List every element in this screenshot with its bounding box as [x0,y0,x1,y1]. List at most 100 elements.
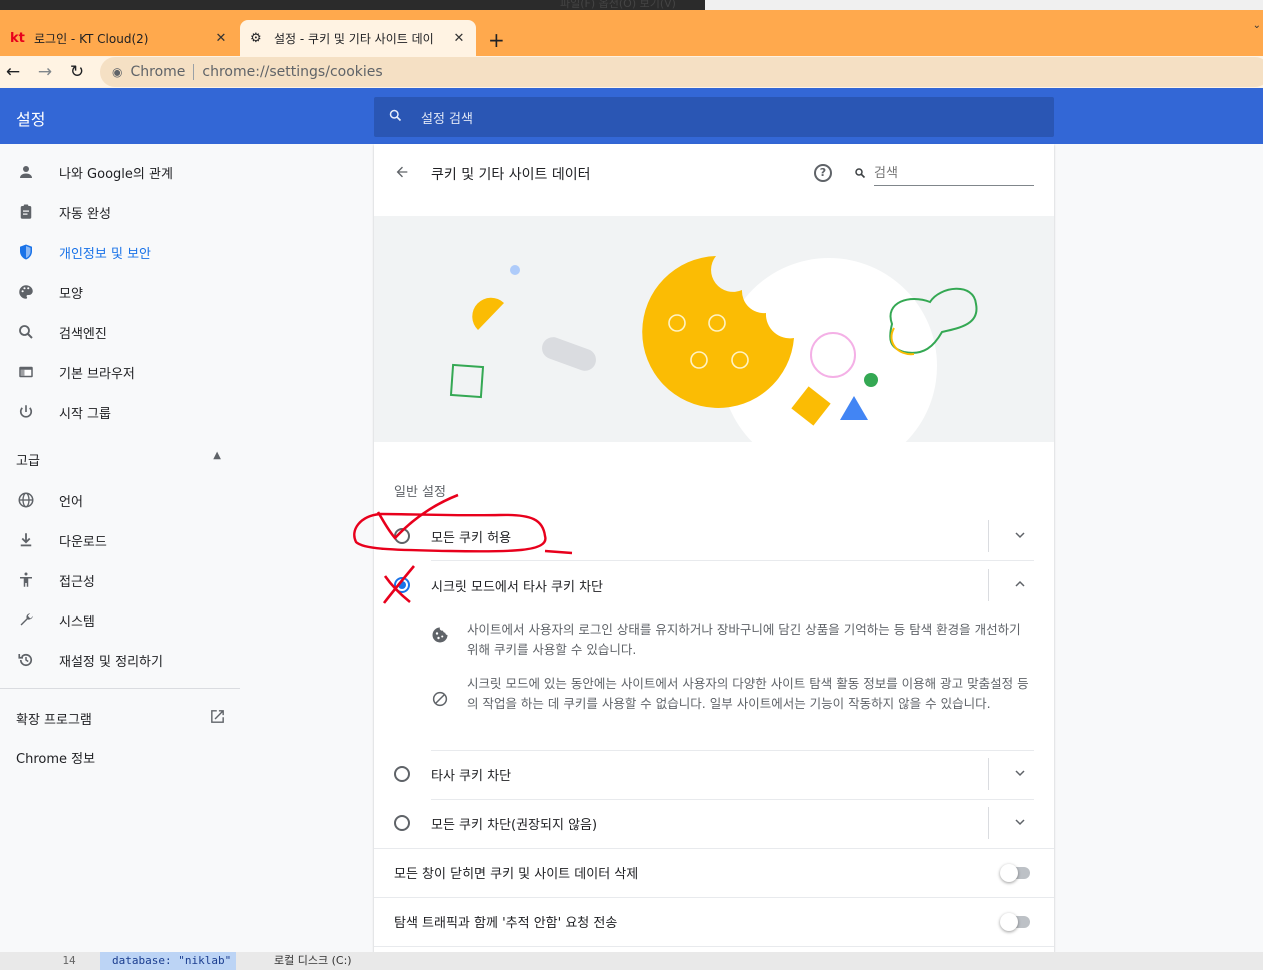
description-text: 시크릿 모드에 있는 동안에는 사이트에서 사용자의 다양한 사이트 탐색 활동… [466,676,1029,711]
toggle-row-clear-on-exit[interactable]: 모든 창이 닫히면 쿠키 및 사이트 데이터 삭제 [374,848,1054,896]
toggle-label: 모든 창이 닫히면 쿠키 및 사이트 데이터 삭제 [394,866,639,882]
new-tab-button[interactable]: + [488,28,505,52]
description-cookies-purpose: 사이트에서 사용자의 로그인 상태를 유지하거나 장바구니에 담긴 상품을 기억… [431,620,1031,660]
option-block-all-cookies[interactable]: 모든 쿠키 차단(권장되지 않음) [374,799,1054,847]
globe-icon [16,490,36,510]
browser-toolbar: ← → ↻ ◉ Chrome chrome://settings/cookies [0,56,1263,88]
block-icon [431,690,451,714]
sidebar-divider [0,688,240,689]
tab-settings-cookies[interactable]: ⚙ 설정 - 쿠키 및 기타 사이트 데이 ✕ [240,20,476,56]
chevron-down-icon[interactable] [1014,767,1026,782]
sidebar-item-you-and-google[interactable]: 나와 Google의 관계 [0,152,240,192]
option-allow-all-cookies[interactable]: 모든 쿠키 허용 [374,512,1054,560]
radio-block-third-party-incognito[interactable] [394,577,410,593]
cookies-settings-card: 쿠키 및 기타 사이트 데이터 ? 일반 [374,144,1054,952]
tab-kt-cloud-login[interactable]: kt 로그인 - KT Cloud(2) ✕ [0,20,238,56]
power-icon [16,402,36,422]
address-bar[interactable]: ◉ Chrome chrome://settings/cookies [100,57,1263,87]
sidebar-item-label: 모양 [59,286,83,302]
tab-title: 로그인 - KT Cloud(2) [34,31,149,46]
person-icon [16,162,36,182]
site-search-input[interactable] [874,162,1034,186]
background-editor-strip: 14 database: "niklab" 로컬 디스크 (C:) [0,952,1263,970]
browser-icon [16,362,36,382]
radio-block-third-party[interactable] [394,766,410,782]
radio-allow-all-cookies[interactable] [394,528,410,544]
line-number: 14 [62,954,76,967]
site-info-icon[interactable]: ◉ [112,65,122,79]
sidebar-item-search-engine[interactable]: 검색엔진 [0,312,240,352]
sidebar-item-on-startup[interactable]: 시작 그룹 [0,392,240,432]
chevron-down-icon[interactable] [1014,816,1026,831]
wrench-icon [16,610,36,630]
chevron-up-icon[interactable] [1014,578,1026,593]
palette-icon [16,282,36,302]
description-incognito-block: 시크릿 모드에 있는 동안에는 사이트에서 사용자의 다양한 사이트 탐색 활동… [431,674,1031,714]
settings-header: 설정 설정 검색 [0,88,1263,144]
option-label: 모든 쿠키 차단(권장되지 않음) [431,817,598,833]
site-search [854,162,1034,186]
radio-block-all-cookies[interactable] [394,815,410,831]
advanced-label: 고급 [16,454,40,469]
clipboard-icon [16,202,36,222]
sidebar-item-appearance[interactable]: 모양 [0,272,240,312]
desktop-menu-text: 파일(F) 옵션(O) 보기(V) [560,0,676,10]
sidebar-item-about-chrome[interactable]: Chrome 정보 [16,748,95,767]
tab-bar: kt 로그인 - KT Cloud(2) ✕ ⚙ 설정 - 쿠키 및 기타 사이… [0,10,1263,56]
help-icon[interactable]: ? [814,164,832,182]
sidebar-item-label: 재설정 및 정리하기 [59,654,163,670]
shield-icon [16,242,36,262]
desktop-window-fragment [705,0,1263,10]
extensions-label: 확장 프로그램 [16,713,92,728]
toggle-label: 탐색 트래픽과 함께 '추적 안함' 요청 전송 [394,915,618,931]
sidebar-item-extensions[interactable]: 확장 프로그램 [16,708,226,729]
sidebar-item-downloads[interactable]: 다운로드 [0,520,240,560]
row-divider [374,946,1054,947]
history-icon [16,650,36,670]
option-block-third-party-incognito[interactable]: 시크릿 모드에서 타사 쿠키 차단 [374,561,1054,609]
chevron-down-icon[interactable] [1014,529,1026,544]
option-block-third-party[interactable]: 타사 쿠키 차단 [374,750,1054,798]
settings-title: 설정 [16,110,46,129]
clear-cookies-on-exit-toggle[interactable] [1000,864,1030,882]
close-tab-icon[interactable]: ✕ [452,31,466,46]
row-separator [988,758,989,790]
back-arrow-icon[interactable]: ← [1,60,25,84]
settings-search-input[interactable]: 설정 검색 [374,97,1054,137]
reload-icon[interactable]: ↻ [65,60,89,84]
toggle-row-do-not-track[interactable]: 탐색 트래픽과 함께 '추적 안함' 요청 전송 [374,897,1054,945]
accessibility-icon [16,570,36,590]
sidebar-item-reset-cleanup[interactable]: 재설정 및 정리하기 [0,640,240,680]
sidebar-advanced-toggle[interactable]: 고급 ▲ [16,450,221,469]
do-not-track-toggle[interactable] [1000,913,1030,931]
sidebar-item-accessibility[interactable]: 접근성 [0,560,240,600]
caret-up-icon: ▲ [213,450,221,461]
description-text: 사이트에서 사용자의 로그인 상태를 유지하거나 장바구니에 담긴 상품을 기억… [466,622,1021,657]
option-label: 시크릿 모드에서 타사 쿠키 차단 [431,579,604,595]
close-tab-icon[interactable]: ✕ [214,31,228,46]
option-label: 타사 쿠키 차단 [431,768,512,784]
tab-title: 설정 - 쿠키 및 기타 사이트 데이 [274,31,434,46]
url-text[interactable]: chrome://settings/cookies [202,64,382,80]
settings-sidebar: 나와 Google의 관계 자동 완성 개인정보 및 보안 모양 검색엔진 기본… [0,144,240,970]
sidebar-item-languages[interactable]: 언어 [0,480,240,520]
download-icon [16,530,36,550]
sidebar-item-label: 나와 Google의 관계 [59,166,173,182]
tab-search-chevron-icon[interactable]: ⌄ [1253,20,1261,31]
sidebar-item-label: 개인정보 및 보안 [59,246,151,262]
sidebar-item-default-browser[interactable]: 기본 브라우저 [0,352,240,392]
forward-arrow-icon[interactable]: → [33,60,57,84]
sidebar-item-privacy-security[interactable]: 개인정보 및 보안 [0,232,240,272]
sidebar-item-label: 검색엔진 [59,326,107,342]
local-disk-label: 로컬 디스크 (C:) [274,954,352,967]
row-separator [988,807,989,839]
back-arrow-icon[interactable] [394,164,410,185]
search-icon [388,108,403,127]
sidebar-item-autofill[interactable]: 자동 완성 [0,192,240,232]
search-icon [16,322,36,342]
gear-icon: ⚙ [250,30,262,46]
cookie-icon [431,626,451,660]
open-in-new-icon [209,708,226,729]
sidebar-item-system[interactable]: 시스템 [0,600,240,640]
option-label: 모든 쿠키 허용 [431,530,512,546]
